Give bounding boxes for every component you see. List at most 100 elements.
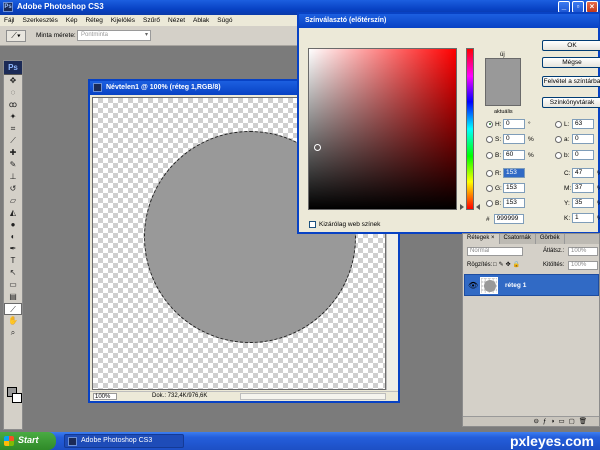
taskbar-item-photoshop[interactable]: Adobe Photoshop CS3 xyxy=(64,434,184,448)
sample-size-select[interactable]: Pontminta xyxy=(77,30,151,41)
history-brush-tool-icon[interactable]: ↺ xyxy=(4,183,22,195)
color-sample-marker[interactable] xyxy=(314,144,321,151)
hex-row: # 999999 xyxy=(486,214,524,224)
layers-footer-icons[interactable]: ⊖ƒ◑▭▢🗑 xyxy=(463,416,599,426)
lock-label: Rögzítés: xyxy=(467,262,493,268)
shape-tool-icon[interactable]: ▭ xyxy=(4,279,22,291)
eyedropper-tool-preset-icon[interactable]: ⟋▾ xyxy=(6,30,26,42)
menu-edit[interactable]: Szerkesztés xyxy=(22,17,57,24)
type-tool-icon[interactable]: T xyxy=(4,255,22,267)
clone-stamp-tool-icon[interactable]: ⊥ xyxy=(4,171,22,183)
fill-label: Kitöltés: xyxy=(543,262,565,268)
hue-slider-right-arrow[interactable] xyxy=(476,204,480,210)
visibility-eye-icon[interactable]: 👁 xyxy=(468,281,478,290)
move-tool-icon[interactable]: ✥ xyxy=(4,75,22,87)
magenta-row: M: 37 % xyxy=(564,183,600,193)
green-radio[interactable] xyxy=(486,184,493,192)
marquee-tool-icon[interactable]: ◌ xyxy=(4,87,22,99)
add-to-swatches-button[interactable]: Felvétel a színtárba xyxy=(542,76,600,87)
new-color-preview xyxy=(485,58,521,82)
eyedropper-tool-icon[interactable]: ⟋ xyxy=(4,303,22,315)
lasso-tool-icon[interactable]: ꝏ xyxy=(4,99,22,111)
windows-flag-icon xyxy=(4,436,14,446)
hand-tool-icon[interactable]: ✋ xyxy=(4,315,22,327)
yellow-input[interactable]: 35 xyxy=(572,198,594,208)
lab-a-radio[interactable] xyxy=(555,135,562,143)
saturation-input[interactable]: 0 xyxy=(503,134,525,144)
web-colors-only-option[interactable]: Kizárólag web színek xyxy=(309,221,380,228)
brightness-input[interactable]: 60 xyxy=(503,150,525,160)
web-colors-only-checkbox[interactable] xyxy=(309,221,316,228)
lock-icons[interactable]: □✎✥🔒 xyxy=(493,261,522,268)
lab-b-input[interactable]: 0 xyxy=(572,150,594,160)
tab-layers[interactable]: Rétegek × xyxy=(463,234,500,244)
tab-paths[interactable]: Görbék xyxy=(536,234,565,244)
taskbar: Start Adobe Photoshop CS3 pxleyes.com xyxy=(0,432,600,450)
yellow-row: Y: 35 % xyxy=(564,198,600,208)
hue-radio[interactable] xyxy=(486,120,493,128)
blue-radio[interactable] xyxy=(486,199,493,207)
tab-channels[interactable]: Csatornák xyxy=(500,234,536,244)
cancel-button[interactable]: Mégse xyxy=(542,57,600,68)
menu-image[interactable]: Kép xyxy=(66,17,78,24)
color-picker-title[interactable]: Színválasztó (előtérszín) xyxy=(299,14,599,28)
magic-wand-tool-icon[interactable]: ✦ xyxy=(4,111,22,123)
horizontal-scrollbar[interactable] xyxy=(240,393,386,400)
lab-b-row: b: 0 xyxy=(555,150,594,160)
lab-a-input[interactable]: 0 xyxy=(572,134,594,144)
hue-input[interactable]: 0 xyxy=(503,119,525,129)
color-picker-dialog: Színválasztó (előtérszín) új aktuális OK… xyxy=(297,12,600,234)
color-libraries-button[interactable]: Színkönyvtárak xyxy=(542,97,600,108)
crop-tool-icon[interactable]: ⌗ xyxy=(4,123,22,135)
hue-slider-left-arrow[interactable] xyxy=(460,204,464,210)
menu-filter[interactable]: Szűrő xyxy=(143,17,160,24)
menu-view[interactable]: Nézet xyxy=(168,17,185,24)
menu-window[interactable]: Ablak xyxy=(193,17,209,24)
opacity-label: Átlátsz.: xyxy=(543,248,565,254)
brush-tool-icon[interactable]: ✎ xyxy=(4,159,22,171)
ok-button[interactable]: OK xyxy=(542,40,600,51)
lab-b-radio[interactable] xyxy=(555,151,562,159)
menu-select[interactable]: Kijelölés xyxy=(111,17,135,24)
start-button[interactable]: Start xyxy=(0,432,56,450)
document-size-info[interactable]: Dok.: 732,4K/976,6K xyxy=(152,393,207,400)
current-color-preview[interactable] xyxy=(485,82,521,106)
red-radio[interactable] xyxy=(486,169,493,177)
photoshop-taskbar-icon xyxy=(68,437,77,446)
lab-l-radio[interactable] xyxy=(555,120,562,128)
saturation-brightness-field[interactable] xyxy=(308,48,457,210)
blur-tool-icon[interactable]: ● xyxy=(4,219,22,231)
zoom-level-field[interactable]: 100% xyxy=(93,393,117,400)
red-input[interactable]: 153 xyxy=(503,168,525,178)
menu-file[interactable]: Fájl xyxy=(4,17,14,24)
black-input[interactable]: 1 xyxy=(572,213,594,223)
brightness-row: B: 60 % xyxy=(486,150,534,160)
slice-tool-icon[interactable]: ⟋ xyxy=(4,135,22,147)
path-selection-tool-icon[interactable]: ↖ xyxy=(4,267,22,279)
hex-input[interactable]: 999999 xyxy=(493,214,524,224)
healing-brush-tool-icon[interactable]: ✚ xyxy=(4,147,22,159)
magenta-input[interactable]: 37 xyxy=(572,183,594,193)
brightness-radio[interactable] xyxy=(486,151,493,159)
hue-slider[interactable] xyxy=(466,48,474,210)
zoom-tool-icon[interactable]: ⌕ xyxy=(4,327,22,339)
green-input[interactable]: 153 xyxy=(503,183,525,193)
paint-bucket-tool-icon[interactable]: ◭ xyxy=(4,207,22,219)
opacity-input[interactable]: 100% xyxy=(568,247,598,256)
layer-row[interactable]: 👁 réteg 1 xyxy=(464,274,599,296)
saturation-radio[interactable] xyxy=(486,135,493,143)
background-color-swatch[interactable] xyxy=(12,393,22,403)
eraser-tool-icon[interactable]: ▱ xyxy=(4,195,22,207)
blend-mode-select[interactable]: Normál xyxy=(467,247,523,256)
blue-input[interactable]: 153 xyxy=(503,198,525,208)
dodge-tool-icon[interactable]: ◐ xyxy=(4,231,22,243)
pen-tool-icon[interactable]: ✒ xyxy=(4,243,22,255)
cyan-input[interactable]: 47 xyxy=(572,168,594,178)
sample-size-label: Minta mérete: xyxy=(36,32,76,39)
lab-l-input[interactable]: 63 xyxy=(572,119,594,129)
layer-name: réteg 1 xyxy=(505,282,527,289)
notes-tool-icon[interactable]: ▤ xyxy=(4,291,22,303)
menu-help[interactable]: Súgó xyxy=(217,17,232,24)
menu-layer[interactable]: Réteg xyxy=(85,17,102,24)
fill-input[interactable]: 100% xyxy=(568,261,598,270)
